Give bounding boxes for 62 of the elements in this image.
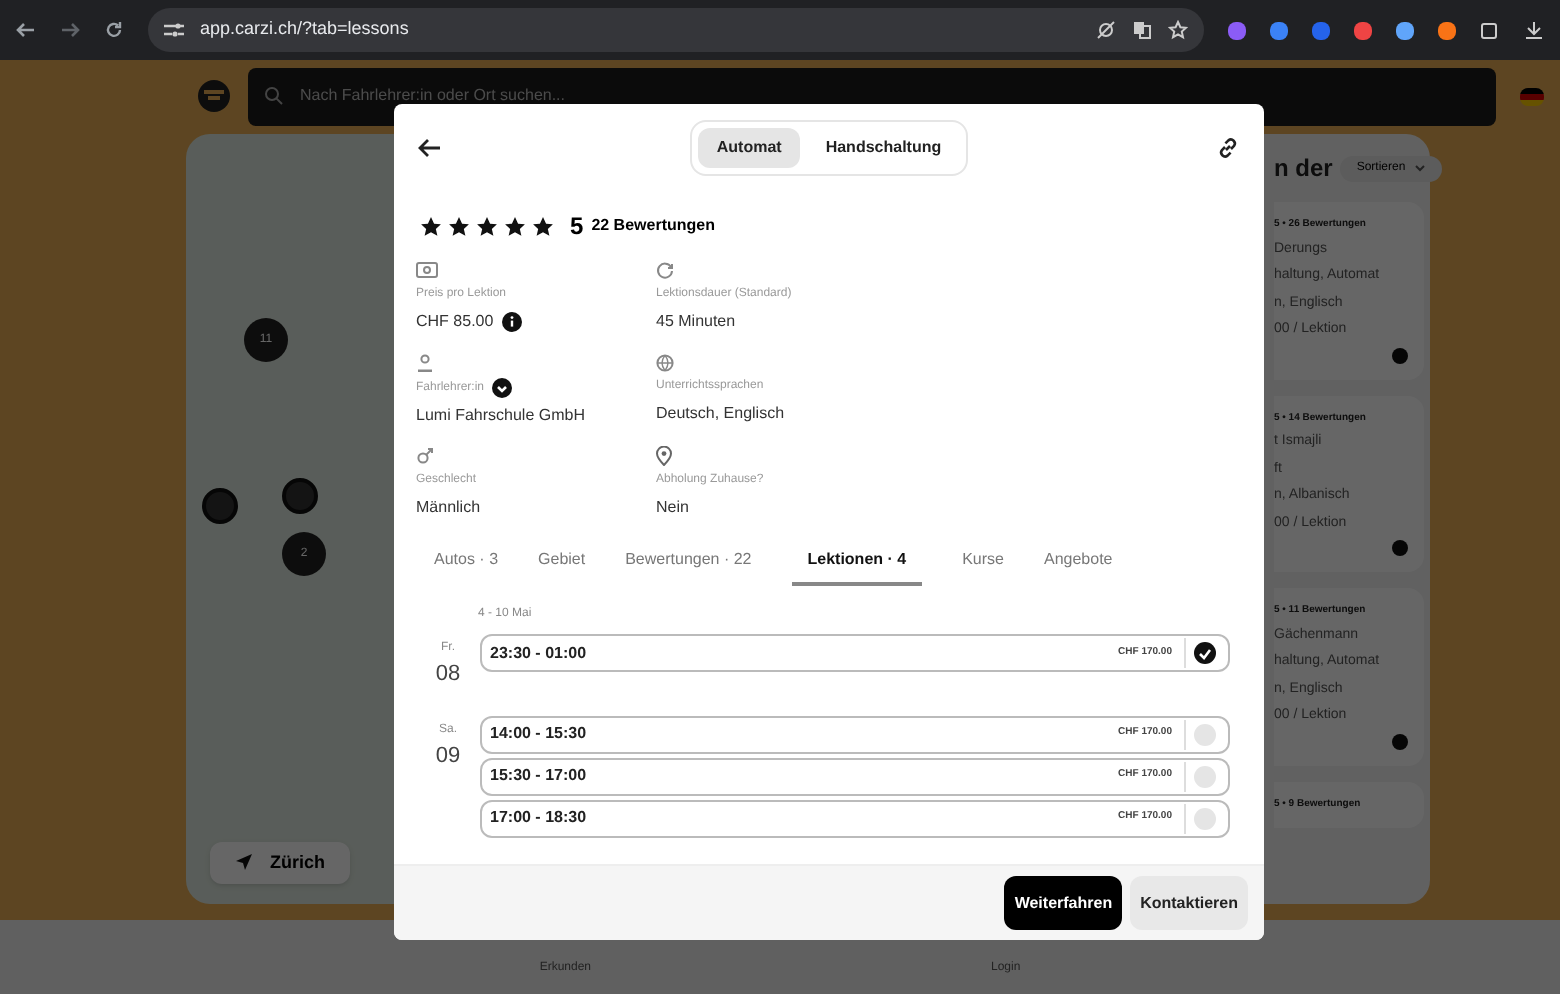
clock-icon — [656, 261, 674, 279]
slot-time: 15:30 - 17:00 — [490, 764, 589, 788]
globe-icon — [656, 353, 674, 371]
transmission-option[interactable]: Automat — [698, 128, 800, 168]
tab[interactable]: Angebote — [1044, 548, 1113, 586]
navigation-arrow-icon — [234, 852, 254, 873]
star-icon[interactable] — [1168, 20, 1188, 40]
gender-icon — [416, 446, 434, 466]
field-value: 45 Minuten — [656, 310, 736, 334]
results-heading: n der — [1274, 152, 1333, 186]
verified-badge-icon[interactable] — [492, 378, 513, 398]
star-icon — [476, 215, 498, 237]
money-icon — [416, 262, 438, 278]
radio-button[interactable] — [1194, 642, 1216, 664]
back-arrow-icon[interactable] — [418, 138, 442, 158]
tab[interactable]: Bewertungen · 22 — [625, 548, 752, 586]
person-icon — [416, 353, 434, 371]
slot-time: 17:00 - 18:30 — [490, 806, 589, 830]
search-input[interactable]: Nach Fahrlehrer:in oder Ort suchen... — [300, 84, 1480, 108]
day-number: 09 — [435, 741, 461, 771]
slot-time: 23:30 - 01:00 — [490, 641, 589, 665]
slot-time: 14:00 - 15:30 — [490, 722, 589, 746]
translate-icon[interactable] — [1132, 20, 1152, 40]
star-icon — [448, 215, 470, 237]
check-icon — [1198, 647, 1212, 659]
search-icon — [264, 86, 284, 106]
rating-score: 5 — [570, 210, 584, 244]
map-pin-marker[interactable] — [282, 478, 318, 514]
day-number: 08 — [435, 660, 461, 690]
radio-button[interactable] — [1194, 723, 1216, 745]
url-text: app.carzi.ch/?tab=lessons — [200, 16, 411, 43]
continue-button[interactable]: Weiterfahren — [1004, 876, 1123, 930]
location-pin-icon — [656, 446, 672, 466]
field-value: CHF 85.00 — [416, 310, 494, 334]
location-button[interactable]: Zürich — [210, 841, 350, 884]
link-icon[interactable] — [1215, 136, 1240, 160]
flag-icon[interactable] — [1520, 87, 1544, 105]
tab[interactable]: Lektionen · 4 — [791, 548, 923, 586]
radio-button[interactable] — [1194, 807, 1216, 829]
star-icon — [532, 215, 554, 237]
map-pin-marker[interactable] — [202, 488, 238, 524]
transmission-option[interactable]: Handschaltung — [807, 128, 960, 168]
back-icon[interactable] — [16, 20, 36, 40]
download-icon[interactable] — [1524, 20, 1544, 40]
tab[interactable]: Kurse — [962, 548, 1004, 586]
star-icon — [504, 215, 526, 237]
field-value: Männlich — [416, 496, 481, 520]
site-settings-icon — [164, 22, 184, 38]
field-value: Lumi Fahrschule GmbH — [416, 404, 585, 428]
radio-button[interactable] — [1194, 765, 1216, 787]
contact-button[interactable]: Kontaktieren — [1130, 876, 1248, 930]
reload-icon[interactable] — [104, 20, 124, 40]
field-value: Deutsch, Englisch — [656, 402, 785, 426]
address-bar[interactable]: app.carzi.ch/?tab=lessons — [148, 8, 1204, 52]
tab[interactable]: Gebiet — [538, 548, 586, 586]
tab[interactable]: Autos · 3 — [434, 548, 499, 586]
review-count: 22 Bewertungen — [591, 214, 715, 238]
forward-icon[interactable] — [60, 20, 80, 40]
field-value: Nein — [656, 496, 689, 520]
chevron-down-icon — [1413, 164, 1426, 172]
star-icon — [420, 215, 442, 237]
visibility-off-icon[interactable] — [1096, 20, 1116, 40]
